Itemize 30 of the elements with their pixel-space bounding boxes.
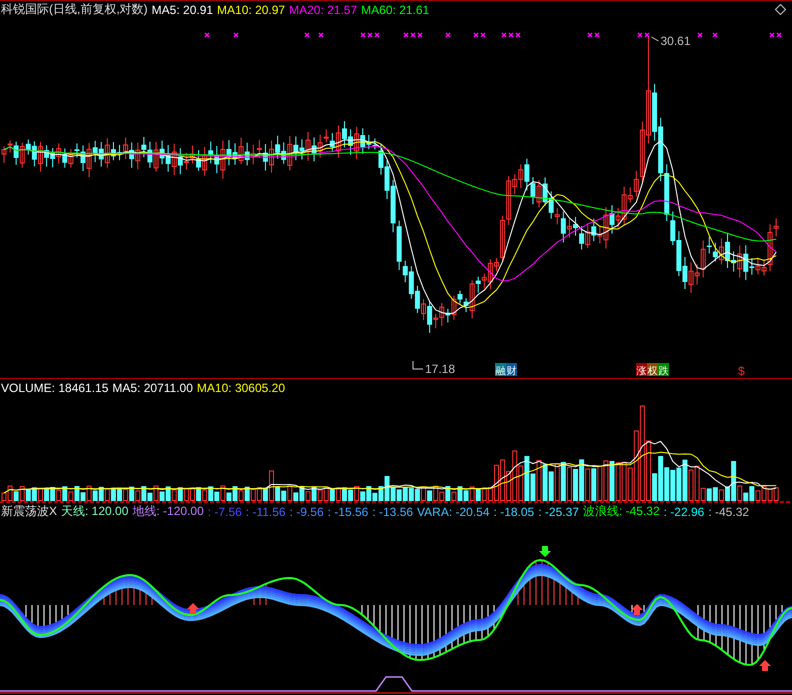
indicator-label: VARA: -20.54 (417, 504, 490, 518)
indicator-label: : -13.56 (372, 504, 414, 518)
indicator-label: : -9.56 (290, 504, 324, 518)
indicator-label: MA20: 21.57 (289, 2, 358, 16)
indicator-label: : -25.37 (538, 504, 579, 518)
indicator-label: : -7.56 (208, 504, 242, 518)
low-price-label: 17.18 (425, 362, 456, 376)
event-tag[interactable]: 融 (495, 363, 506, 377)
indicator-label: MA60: 21.61 (361, 2, 430, 16)
indicator-label: : -11.56 (246, 504, 286, 518)
dollar-mark: $ (738, 364, 745, 378)
event-tag[interactable]: 权 (647, 363, 658, 377)
event-tag[interactable]: 财 (506, 363, 517, 377)
event-tag[interactable]: 涨 (636, 363, 647, 377)
indicator-label: MA5: 20711.00 (112, 380, 193, 394)
indicator-label: VOLUME: 18461.15 (1, 380, 108, 394)
high-price-label: 30.61 (660, 34, 690, 48)
indicator-label: 地线: -120.00 (132, 503, 204, 520)
event-tag[interactable]: 跌 (658, 363, 669, 377)
indicator-label: : -15.56 (328, 504, 368, 518)
stock-title: 科锐国际(日线,前复权,对数) (1, 1, 148, 18)
indicator-title: 新震荡波X (1, 503, 58, 520)
indicator-label: : -45.32 (708, 504, 750, 518)
indicator-label: 天线: 120.00 (61, 503, 128, 520)
indicator-label: MA10: 20.97 (217, 2, 286, 16)
indicator-label: : -22.96 (664, 504, 704, 518)
indicator-label: 波浪线: -45.32 (582, 503, 660, 520)
indicator-label: : -18.05 (494, 504, 534, 518)
indicator-label: MA5: 20.91 (152, 2, 214, 16)
indicator-label: MA10: 30605.20 (196, 380, 285, 394)
